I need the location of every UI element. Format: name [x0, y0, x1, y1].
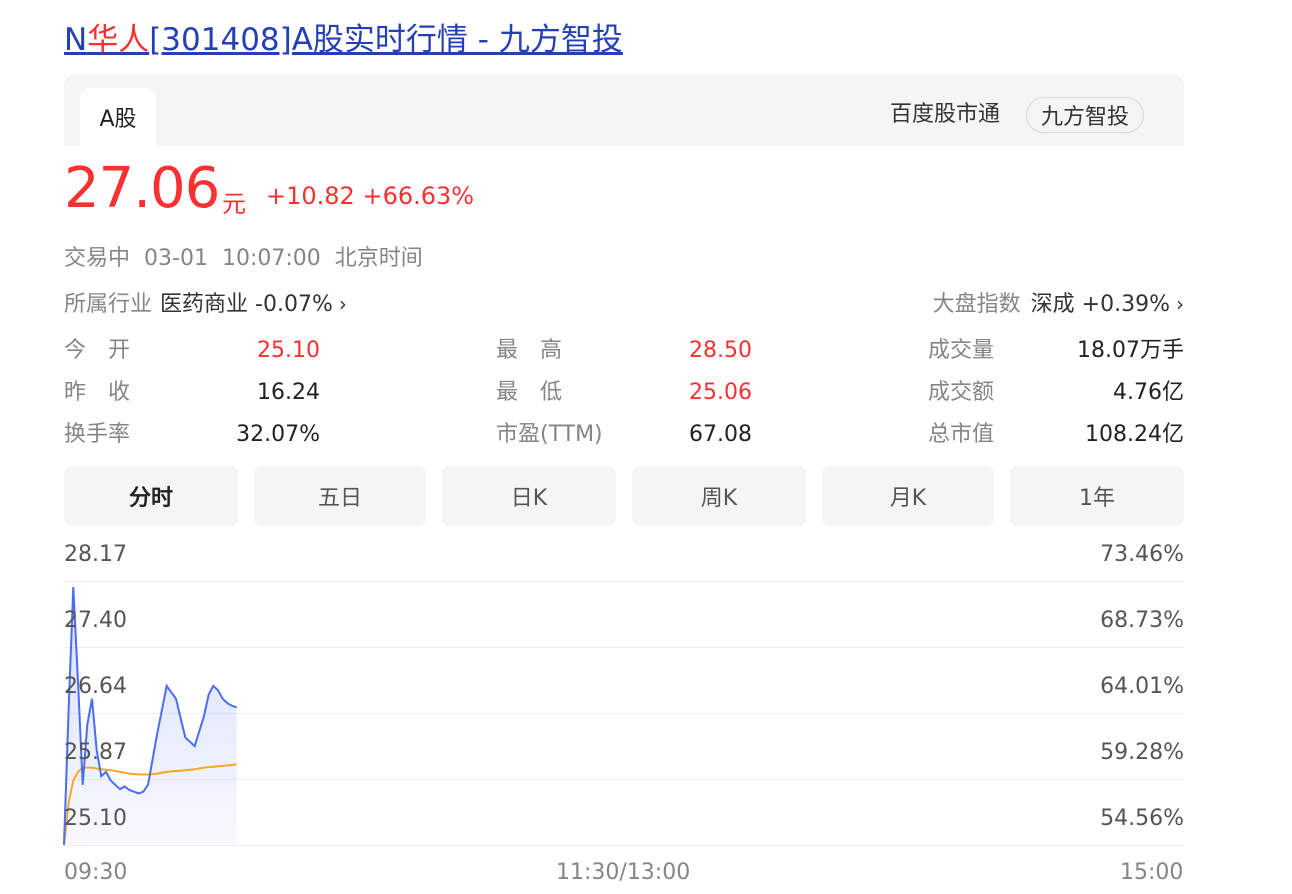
y-tick-left: 28.17 [64, 542, 127, 567]
y-tick-left: 26.64 [64, 674, 127, 699]
y-tick-right: 73.46% [1100, 542, 1184, 567]
y-tick-right: 59.28% [1100, 740, 1184, 765]
y-tick-left: 27.40 [64, 608, 127, 633]
y-tick-right: 64.01% [1100, 674, 1184, 699]
y-tick-right: 68.73% [1100, 608, 1184, 633]
y-tick-right: 54.56% [1100, 806, 1184, 831]
x-tick: 15:00 [1120, 860, 1184, 885]
x-tick: 09:30 [64, 860, 128, 885]
y-tick-left: 25.87 [64, 740, 127, 765]
x-tick: 11:30/13:00 [556, 860, 691, 885]
y-tick-left: 25.10 [64, 806, 127, 831]
intraday-chart [63, 586, 238, 846]
